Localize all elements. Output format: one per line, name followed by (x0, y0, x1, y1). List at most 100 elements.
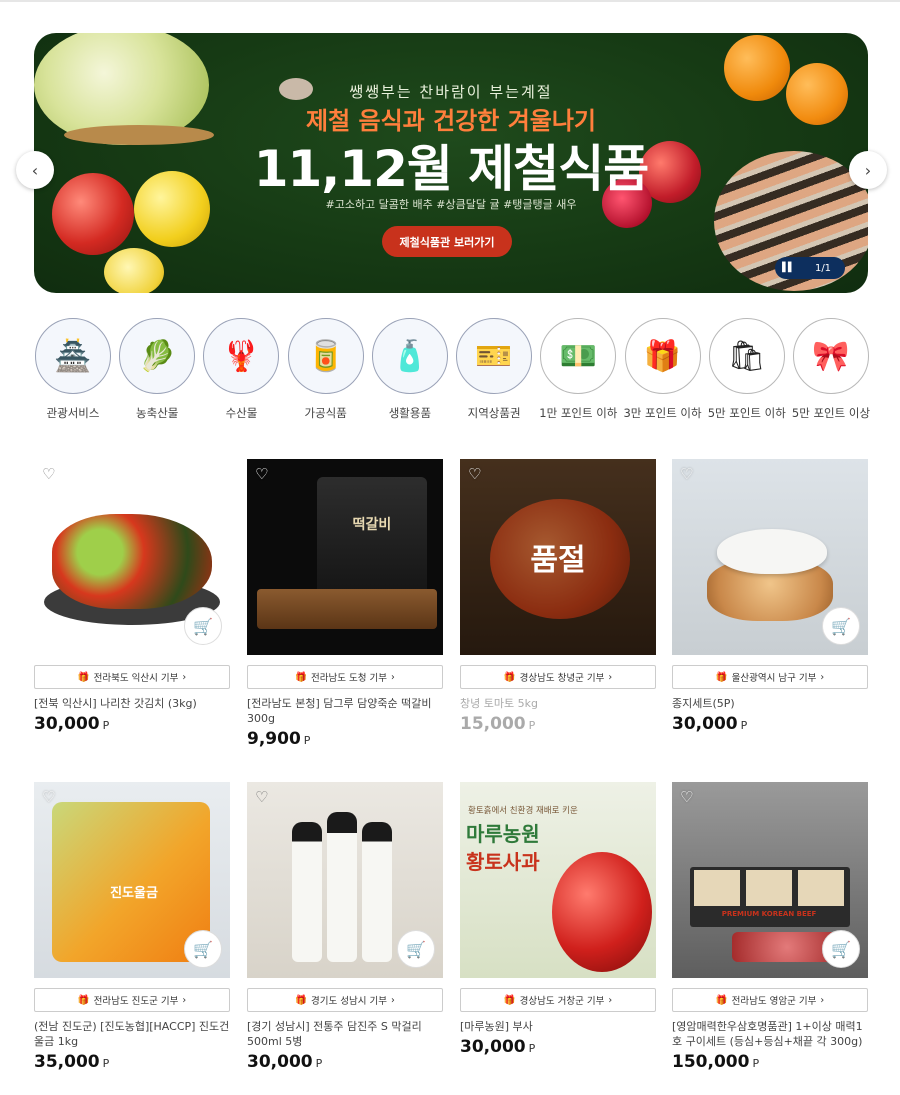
product-image[interactable]: 떡갈비 ♡ (247, 459, 443, 655)
donation-region-button[interactable]: 🎁 경기도 성남시 기부 › (247, 988, 443, 1012)
banner-controls: ▌▌ 1/1 (775, 257, 845, 279)
agriculture-icon: 🥬 (119, 318, 196, 394)
product-card[interactable]: 진도울금 ♡ 🛒 🎁 전라남도 진도군 기부 › (전남 진도군) [진도농협][H… (34, 782, 230, 1072)
donation-region-button[interactable]: 🎁 전라남도 진도군 기부 › (34, 988, 230, 1012)
category-household[interactable]: 🧴 생활용품 (371, 318, 449, 421)
chevron-right-icon: › (608, 994, 613, 1006)
product-image[interactable]: ♡ 🛒 (34, 459, 230, 655)
category-seafood[interactable]: 🦞 수산물 (202, 318, 280, 421)
bag-label: 진도울금 (110, 886, 158, 901)
bottle-shape (362, 822, 392, 962)
product-image[interactable]: PREMIUM KOREAN BEEF ♡ 🛒 (672, 782, 868, 978)
category-label: 3만 포인트 이하 (623, 406, 702, 420)
product-card[interactable]: ♡ 🛒 🎁 전라북도 익산시 기부 › [전북 익산시] 나리찬 갓김치 (3kg)… (34, 459, 230, 734)
category-agriculture[interactable]: 🥬 농축산물 (118, 318, 196, 421)
product-image[interactable]: 황토흙에서 친환경 재배로 키운 마루농원 황토사과 (460, 782, 656, 978)
heart-icon[interactable]: ♡ (42, 465, 55, 483)
gift-icon: 🎁 (77, 671, 90, 683)
gift-icon: 🎁 (77, 994, 90, 1006)
product-name[interactable]: [전라남도 본청] 담그루 담양죽순 떡갈비 300g (247, 696, 443, 726)
add-to-cart-button[interactable]: 🛒 (397, 930, 435, 968)
add-to-cart-button[interactable]: 🛒 (184, 607, 222, 645)
beef-packs-shape (694, 870, 844, 906)
add-to-cart-button[interactable]: 🛒 (822, 930, 860, 968)
gift-icon: 🎁 (715, 994, 728, 1006)
product-name[interactable]: [경기 성남시] 전통주 담진주 S 막걸리 500ml 5병 (247, 1019, 443, 1049)
product-name[interactable]: [영암매력한우삼호명품관] 1+이상 매력1호 구이세트 (등심+등심+채끝 각… (672, 1019, 868, 1049)
add-to-cart-button[interactable]: 🛒 (822, 607, 860, 645)
top-divider (0, 0, 900, 2)
package-label: 떡갈비 (352, 517, 392, 533)
category-points-10k[interactable]: 💵 1만 포인트 이하 (539, 318, 617, 421)
dish-shape (717, 529, 827, 574)
promo-brand: 마루농원 (466, 822, 540, 846)
chevron-right-icon: › (391, 671, 395, 683)
banner-tags: #고소하고 달콤한 배추 #상큼달달 귤 #탱글탱글 새우 (325, 198, 577, 211)
add-to-cart-button[interactable]: 🛒 (184, 930, 222, 968)
category-nav: 🏯 관광서비스 🥬 농축산물 🦞 수산물 🥫 가공식품 🧴 생활용품 🎫 지역상… (34, 318, 870, 421)
heart-icon[interactable]: ♡ (255, 465, 268, 483)
sold-out-overlay: 품절 (460, 459, 656, 655)
donation-region-button[interactable]: 🎁 전라남도 영암군 기부 › (672, 988, 868, 1012)
category-label: 5만 포인트 이하 (707, 406, 786, 420)
promo-caption: 황토흙에서 친환경 재배로 키운 (468, 806, 578, 816)
product-card[interactable]: ♡ 🛒 🎁 울산광역시 남구 기부 › 종지세트(5P) 30,000 P (672, 459, 868, 734)
promo-title: 황토사과 (466, 850, 540, 874)
heart-icon[interactable]: ♡ (680, 788, 693, 806)
heart-icon[interactable]: ♡ (680, 465, 693, 483)
category-points-50k[interactable]: 🛍 5만 포인트 이하 (708, 318, 786, 421)
heart-icon[interactable]: ♡ (255, 788, 268, 806)
chevron-right-icon: › (864, 160, 872, 180)
product-image[interactable]: 품절 ♡ (460, 459, 656, 655)
donation-region-button[interactable]: 🎁 전라북도 익산시 기부 › (34, 665, 230, 689)
category-label: 5만 포인트 이상 (791, 406, 871, 420)
category-points-30k[interactable]: 🎁 3만 포인트 이하 (623, 318, 702, 421)
kimchi-shape (52, 514, 212, 609)
banner-next-button[interactable]: › (849, 151, 887, 189)
category-voucher[interactable]: 🎫 지역상품권 (455, 318, 533, 421)
tourism-icon: 🏯 (35, 318, 111, 394)
points-50k-plus-icon: 🎀 (792, 318, 869, 394)
product-card[interactable]: 황토흙에서 친환경 재배로 키운 마루농원 황토사과 🎁 경상남도 거창군 기부 ›… (460, 782, 656, 1057)
bottle-shape (292, 822, 322, 962)
banner-prev-button[interactable]: ‹ (16, 151, 54, 189)
gift-icon: 🎁 (503, 671, 516, 683)
product-name[interactable]: 종지세트(5P) (672, 696, 868, 711)
category-label: 관광서비스 (46, 406, 100, 420)
category-label: 농축산물 (136, 406, 179, 420)
points-50k-icon: 🛍 (708, 318, 785, 394)
cart-icon: 🛒 (193, 616, 213, 636)
product-image[interactable]: 진도울금 ♡ 🛒 (34, 782, 230, 978)
chevron-right-icon: › (820, 994, 825, 1006)
chevron-right-icon: › (820, 671, 825, 683)
product-card[interactable]: 떡갈비 ♡ 🎁 전라남도 도청 기부 › [전라남도 본청] 담그루 담양죽순 떡갈… (247, 459, 443, 749)
category-tourism[interactable]: 🏯 관광서비스 (34, 318, 112, 421)
donation-region-button[interactable]: 🎁 울산광역시 남구 기부 › (672, 665, 868, 689)
donation-region-button[interactable]: 🎁 경상남도 거창군 기부 › (460, 988, 656, 1012)
product-price: 30,000 P (247, 1052, 323, 1072)
category-label: 1만 포인트 이하 (539, 406, 618, 420)
product-name[interactable]: 창녕 토마토 5kg (460, 696, 656, 711)
heart-icon[interactable]: ♡ (468, 465, 481, 483)
banner-pager: 1/1 (814, 262, 832, 274)
banner-cta-button[interactable]: 제철식품관 보러가기 (382, 226, 512, 257)
product-image[interactable]: ♡ 🛒 (247, 782, 443, 978)
cart-icon: 🛒 (193, 939, 213, 959)
cart-icon: 🛒 (406, 939, 426, 959)
heart-icon[interactable]: ♡ (42, 788, 55, 806)
product-name[interactable]: [전북 익산시] 나리찬 갓김치 (3kg) (34, 696, 230, 711)
product-name[interactable]: (전남 진도군) [진도농협][HACCP] 진도건울금 1kg (34, 1019, 230, 1049)
category-processed-food[interactable]: 🥫 가공식품 (287, 318, 365, 421)
product-card[interactable]: ♡ 🛒 🎁 경기도 성남시 기부 › [경기 성남시] 전통주 담진주 S 막걸리 … (247, 782, 443, 1072)
product-image[interactable]: ♡ 🛒 (672, 459, 868, 655)
product-name[interactable]: [마루농원] 부사 (460, 1019, 656, 1034)
chevron-right-icon: › (391, 994, 395, 1006)
donation-region-button[interactable]: 🎁 전라남도 도청 기부 › (247, 665, 443, 689)
donation-region-button[interactable]: 🎁 경상남도 창녕군 기부 › (460, 665, 656, 689)
promo-banner[interactable]: 쌩쌩부는 찬바람이 부는계절 제철 음식과 건강한 겨울나기 11,12월 제철… (34, 33, 868, 293)
category-points-50k-plus[interactable]: 🎀 5만 포인트 이상 (792, 318, 870, 421)
product-card[interactable]: 품절 ♡ 🎁 경상남도 창녕군 기부 › 창녕 토마토 5kg 15,000 P (460, 459, 656, 734)
product-card[interactable]: PREMIUM KOREAN BEEF ♡ 🛒 🎁 전라남도 영암군 기부 › [영… (672, 782, 868, 1072)
pause-icon[interactable]: ▌▌ (775, 263, 801, 273)
product-price: 150,000 P (672, 1052, 760, 1072)
